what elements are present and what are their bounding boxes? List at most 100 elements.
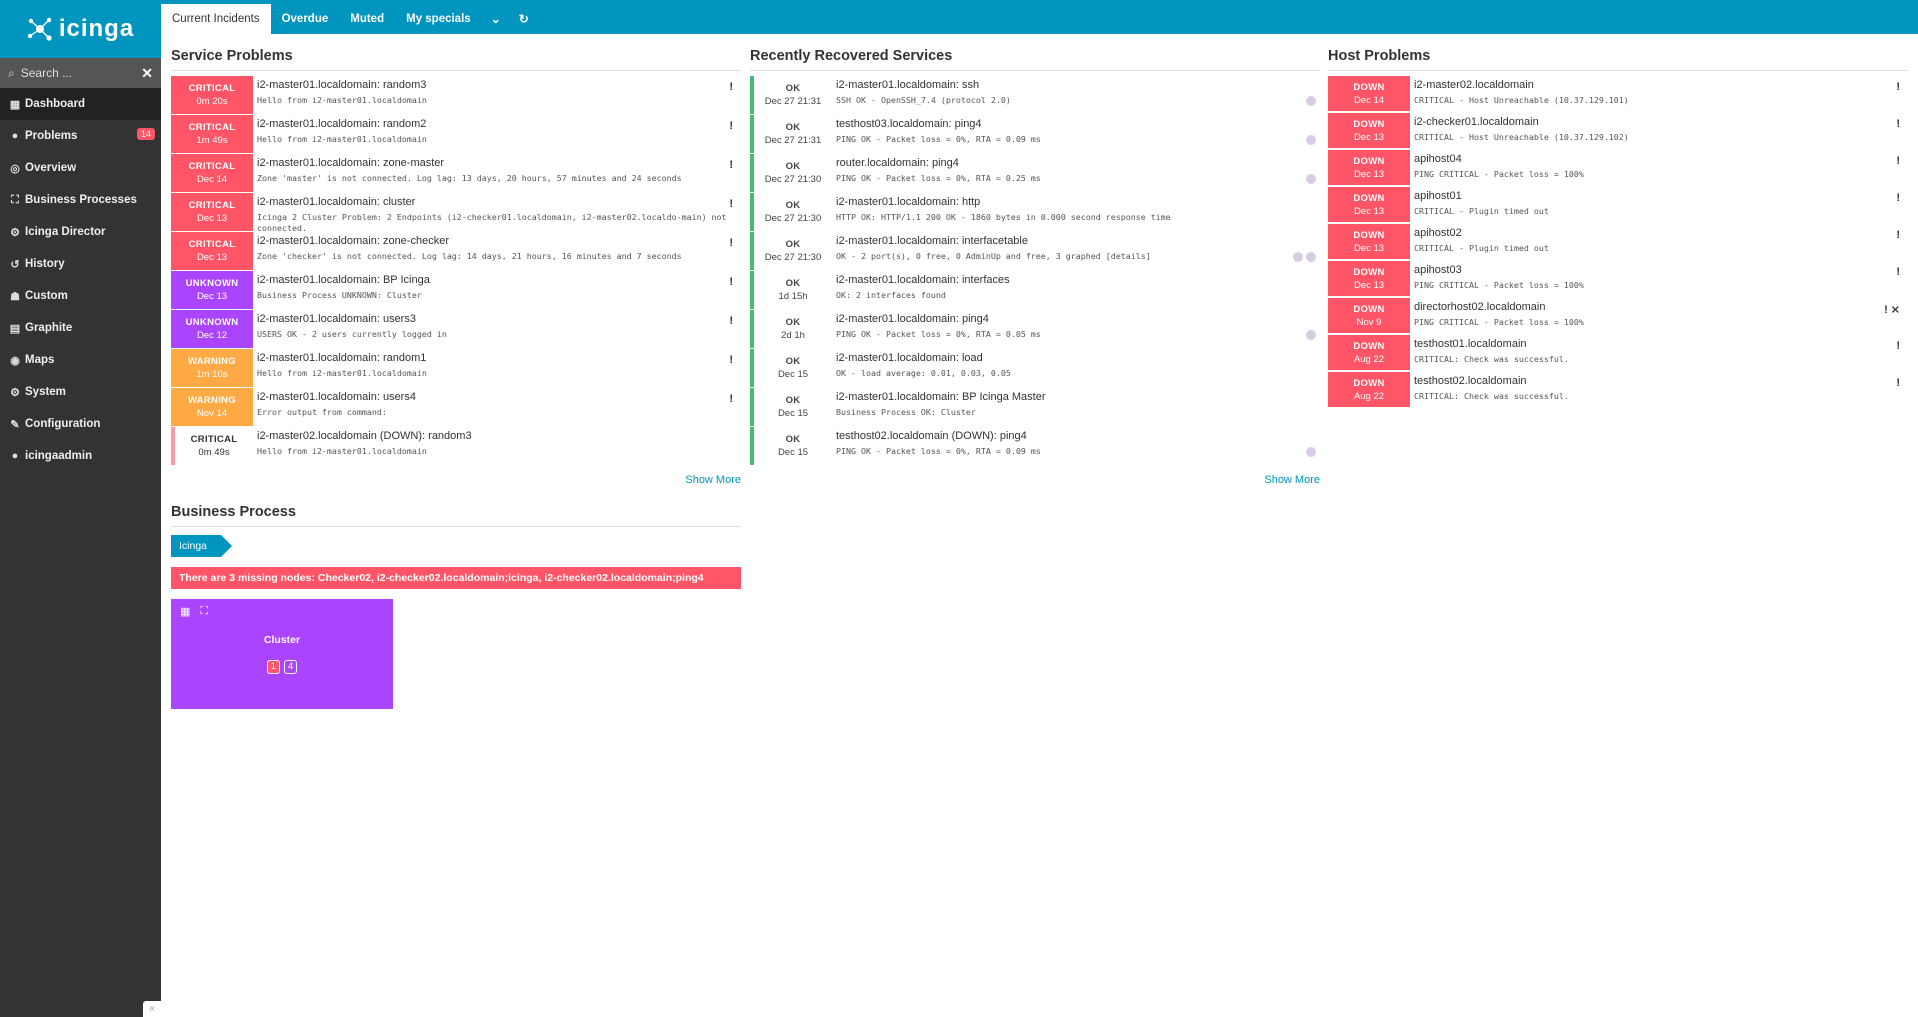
object-name[interactable]: i2-master01.localdomain: ssh	[836, 79, 1320, 91]
recovered-service-row[interactable]: OK 1d 15h i2-master01.localdomain: interfa…	[750, 271, 1320, 310]
host-problem-row[interactable]: DOWN Dec 13 apihost01 CRITICAL - Plugin tim…	[1328, 187, 1908, 224]
sidebar-item-configuration[interactable]: ✎ Configuration	[0, 408, 161, 440]
sidebar-item-custom[interactable]: ☗ Custom	[0, 280, 161, 312]
sidebar-item-history[interactable]: ↺ History	[0, 248, 161, 280]
sidebar-item-dashboard[interactable]: ▦ Dashboard	[0, 88, 161, 120]
host-problem-row[interactable]: DOWN Dec 13 apihost04 PING CRITICAL - Packe…	[1328, 150, 1908, 187]
service-problem-row[interactable]: CRITICAL Dec 13 i2-master01.localdomain: z…	[171, 232, 741, 271]
recovered-service-row[interactable]: OK Dec 27 21:31 testhost03.localdomain: pi…	[750, 115, 1320, 154]
tabs: Current Incidents Overdue Muted My specials	[161, 4, 482, 34]
tab-dropdown-icon[interactable]: ⌄	[482, 4, 510, 34]
bp-tile-cluster[interactable]: ▦ ⛶ Cluster 1 4	[171, 599, 393, 709]
object-name[interactable]: testhost02.localdomain	[1414, 375, 1908, 387]
service-problem-row[interactable]: CRITICAL Dec 13 i2-master01.localdomain: c…	[171, 193, 741, 232]
object-name[interactable]: i2-master01.localdomain: users4	[257, 391, 741, 403]
clear-search-icon[interactable]: ✕	[141, 65, 153, 82]
state-label: OK	[785, 239, 801, 250]
object-name[interactable]: i2-master01.localdomain: ping4	[836, 313, 1320, 325]
tab-my-specials[interactable]: My specials	[395, 4, 482, 34]
host-problem-row[interactable]: DOWN Dec 13 apihost03 PING CRITICAL - Packe…	[1328, 261, 1908, 298]
tile-view-icon[interactable]: ▦	[180, 605, 190, 618]
object-name[interactable]: apihost04	[1414, 153, 1908, 165]
object-name[interactable]: testhost01.localdomain	[1414, 338, 1908, 350]
object-name[interactable]: i2-master01.localdomain: BP Icinga	[257, 274, 741, 286]
host-problem-row[interactable]: DOWN Dec 13 i2-checker01.localdomain CRITIC…	[1328, 113, 1908, 150]
service-problem-row[interactable]: UNKNOWN Dec 13 i2-master01.localdomain: BP…	[171, 271, 741, 310]
logo[interactable]: icinga	[0, 0, 161, 58]
search-input[interactable]: ⌕ Search ... ✕	[0, 58, 161, 88]
host-problem-row[interactable]: DOWN Aug 22 testhost01.localdomain CRITICAL…	[1328, 335, 1908, 372]
object-name[interactable]: apihost03	[1414, 264, 1908, 276]
critical-count-badge[interactable]: 1	[266, 660, 280, 674]
service-problem-row[interactable]: WARNING 1m 10s i2-master01.localdomain: ra…	[171, 349, 741, 388]
sidebar-item-system[interactable]: ⚙ System	[0, 376, 161, 408]
object-name[interactable]: apihost01	[1414, 190, 1908, 202]
object-name[interactable]: router.localdomain: ping4	[836, 157, 1320, 169]
recovered-service-row[interactable]: OK Dec 15 i2-master01.localdomain: BP Icin…	[750, 388, 1320, 427]
object-name[interactable]: i2-master01.localdomain: random1	[257, 352, 741, 364]
object-name[interactable]: i2-master01.localdomain: http	[836, 196, 1320, 208]
service-problems-title[interactable]: Service Problems	[171, 48, 741, 71]
sidebar-item-icinga-director[interactable]: ⚙ Icinga Director	[0, 216, 161, 248]
sidebar-item-graphite[interactable]: ▤ Graphite	[0, 312, 161, 344]
object-name[interactable]: i2-master01.localdomain: interfaces	[836, 274, 1320, 286]
object-name[interactable]: directorhost02.localdomain	[1414, 301, 1908, 313]
recovered-services-show-more[interactable]: Show More	[750, 474, 1320, 486]
host-problem-row[interactable]: DOWN Nov 9 directorhost02.localdomain PING …	[1328, 298, 1908, 335]
sidebar-item-business-processes[interactable]: ⛶ Business Processes	[0, 184, 161, 216]
object-name[interactable]: testhost02.localdomain (DOWN): ping4	[836, 430, 1320, 442]
sidebar-item-icingaadmin[interactable]: ● icingaadmin	[0, 440, 161, 472]
recovered-service-row[interactable]: OK Dec 27 21:30 router.localdomain: ping4 P…	[750, 154, 1320, 193]
recovered-service-row[interactable]: OK Dec 27 21:31 i2-master01.localdomain: s…	[750, 76, 1320, 115]
host-problem-row[interactable]: DOWN Dec 13 apihost02 CRITICAL - Plugin tim…	[1328, 224, 1908, 261]
tab-overdue[interactable]: Overdue	[271, 4, 340, 34]
object-name[interactable]: i2-master01.localdomain: zone-master	[257, 157, 741, 169]
object-name[interactable]: i2-master01.localdomain: random2	[257, 118, 741, 130]
service-problem-row[interactable]: CRITICAL Dec 14 i2-master01.localdomain: z…	[171, 154, 741, 193]
object-name[interactable]: apihost02	[1414, 227, 1908, 239]
service-problem-row[interactable]: WARNING Nov 14 i2-master01.localdomain: us…	[171, 388, 741, 427]
service-problem-row[interactable]: CRITICAL 1m 49s i2-master01.localdomain: r…	[171, 115, 741, 154]
recovered-service-row[interactable]: OK Dec 15 testhost02.localdomain (DOWN): p…	[750, 427, 1320, 466]
object-name[interactable]: i2-master01.localdomain: interfacetable	[836, 235, 1320, 247]
state-badge: OK Dec 27 21:31	[750, 76, 832, 114]
service-problems-show-more[interactable]: Show More	[171, 474, 741, 486]
object-name[interactable]: i2-checker01.localdomain	[1414, 116, 1908, 128]
refresh-icon[interactable]: ↻	[510, 4, 538, 34]
state-since: 1d 15h	[778, 291, 808, 302]
collapse-sidebar-icon[interactable]: «	[143, 1001, 161, 1017]
recovered-service-row[interactable]: OK Dec 27 21:30 i2-master01.localdomain: h…	[750, 193, 1320, 232]
service-problem-row[interactable]: CRITICAL 0m 49s i2-master02.localdomain (D…	[171, 427, 741, 466]
tab-current-incidents[interactable]: Current Incidents	[161, 4, 271, 34]
object-name[interactable]: i2-master01.localdomain: cluster	[257, 196, 741, 208]
total-count-badge[interactable]: 4	[284, 660, 298, 674]
object-name[interactable]: i2-master02.localdomain (DOWN): random3	[257, 430, 741, 442]
recovered-service-row[interactable]: OK 2d 1h i2-master01.localdomain: ping4 PIN…	[750, 310, 1320, 349]
object-name[interactable]: i2-master01.localdomain: random3	[257, 79, 741, 91]
host-problem-row[interactable]: DOWN Dec 14 i2-master02.localdomain CRITICA…	[1328, 76, 1908, 113]
object-name[interactable]: i2-master02.localdomain	[1414, 79, 1908, 91]
service-problem-row[interactable]: UNKNOWN Dec 12 i2-master01.localdomain: us…	[171, 310, 741, 349]
object-name[interactable]: i2-master01.localdomain: users3	[257, 313, 741, 325]
object-name[interactable]: i2-master01.localdomain: load	[836, 352, 1320, 364]
recovered-service-row[interactable]: OK Dec 15 i2-master01.localdomain: load OK …	[750, 349, 1320, 388]
breadcrumb[interactable]: Icinga	[171, 535, 233, 557]
state-since: Dec 27 21:30	[764, 174, 822, 185]
object-name[interactable]: i2-master01.localdomain: BP Icinga Maste…	[836, 391, 1320, 403]
host-problems-title[interactable]: Host Problems	[1328, 48, 1908, 71]
tab-muted[interactable]: Muted	[339, 4, 395, 34]
row-info: i2-master02.localdomain (DOWN): random3 H…	[253, 427, 741, 466]
object-name[interactable]: i2-master01.localdomain: zone-checker	[257, 235, 741, 247]
sidebar-item-problems[interactable]: ● Problems 14	[0, 120, 161, 152]
business-process-title[interactable]: Business Process	[171, 504, 741, 527]
object-name[interactable]: testhost03.localdomain: ping4	[836, 118, 1320, 130]
tree-view-icon[interactable]: ⛶	[200, 605, 208, 618]
row-info: i2-master02.localdomain CRITICAL - Host U…	[1410, 76, 1908, 113]
service-problem-row[interactable]: CRITICAL 0m 20s i2-master01.localdomain: r…	[171, 76, 741, 115]
recovered-services-title[interactable]: Recently Recovered Services	[750, 48, 1320, 71]
host-problem-row[interactable]: DOWN Aug 22 testhost02.localdomain CRITICAL…	[1328, 372, 1908, 409]
state-label: UNKNOWN	[185, 317, 239, 328]
sidebar-item-overview[interactable]: ◎ Overview	[0, 152, 161, 184]
recovered-service-row[interactable]: OK Dec 27 21:30 i2-master01.localdomain: i…	[750, 232, 1320, 271]
sidebar-item-maps[interactable]: ◉ Maps	[0, 344, 161, 376]
